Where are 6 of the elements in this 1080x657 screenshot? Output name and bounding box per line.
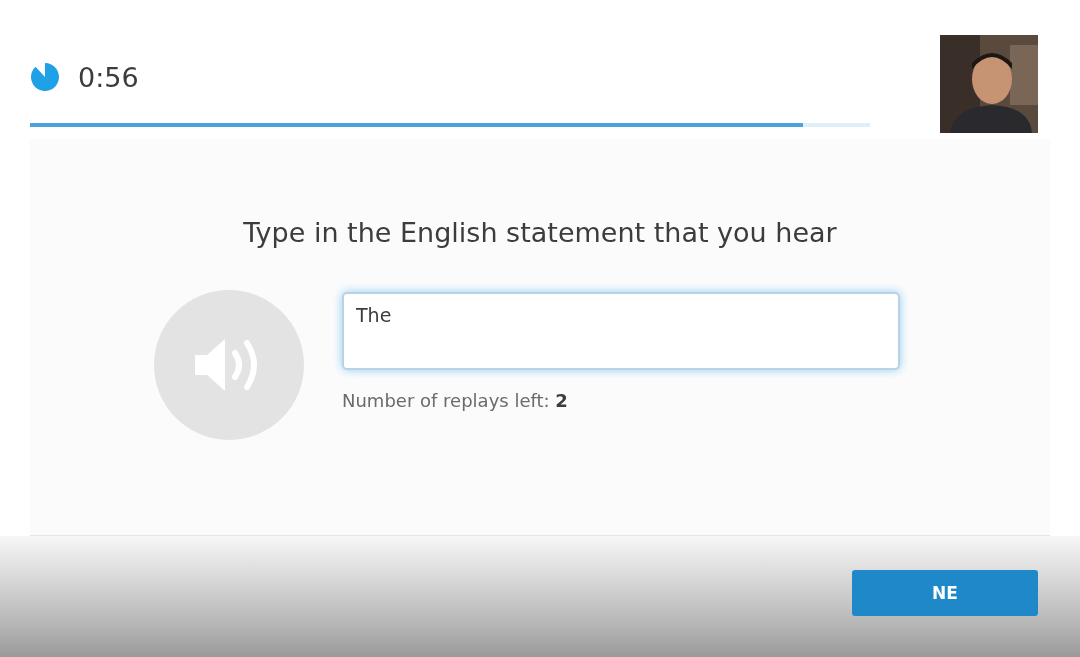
question-title: Type in the English statement that you hear bbox=[243, 217, 837, 248]
timer-icon bbox=[30, 62, 60, 92]
replays-text: Number of replays left: 2 bbox=[342, 390, 569, 411]
timer-text: 0:56 bbox=[78, 61, 139, 93]
answer-field[interactable]: The bbox=[342, 292, 900, 370]
next-button[interactable]: NE bbox=[852, 569, 1038, 616]
